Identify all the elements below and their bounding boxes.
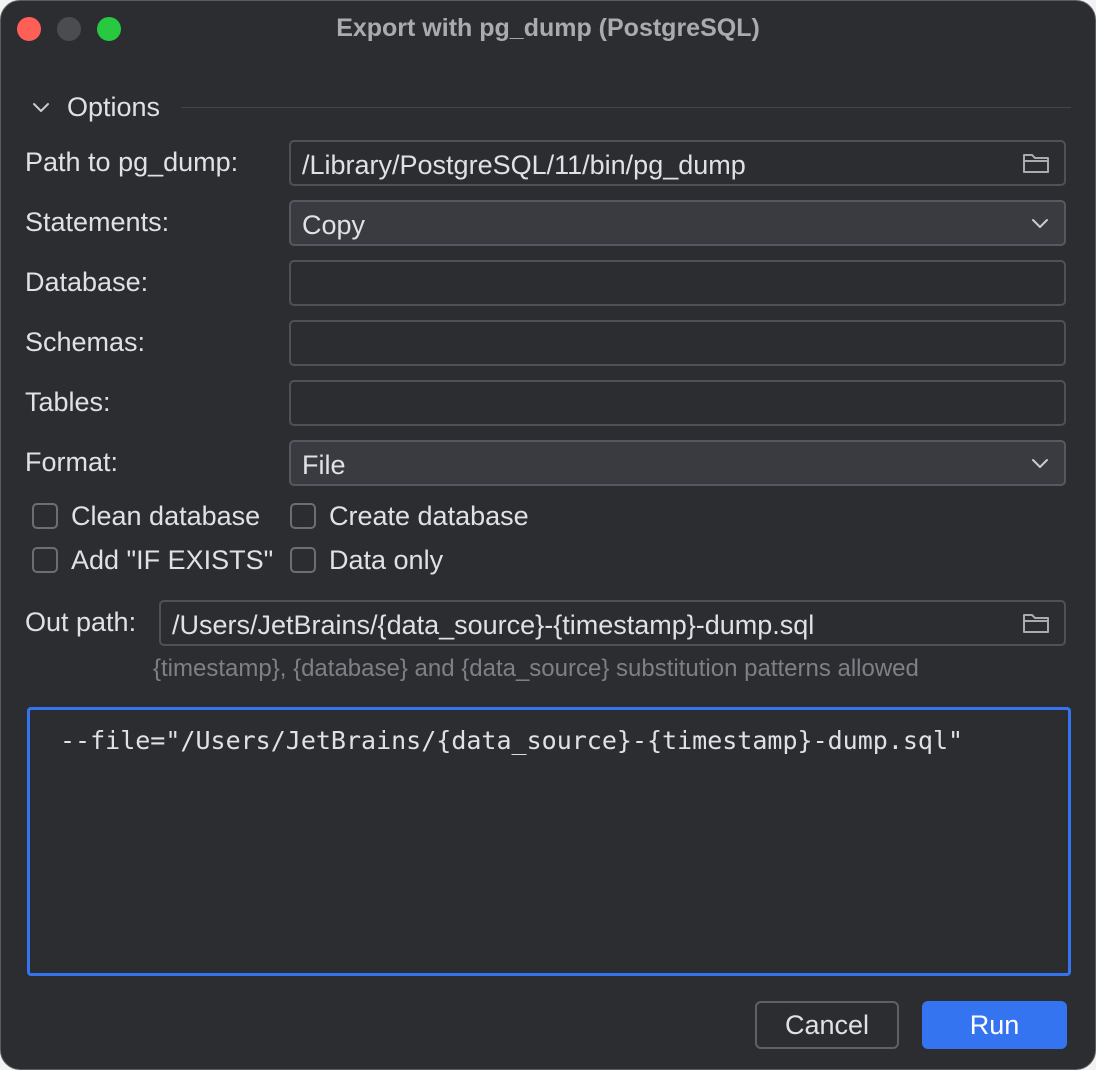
options-section-header[interactable]: Options [29, 89, 1071, 125]
data-only-label[interactable]: Data only [329, 545, 443, 576]
options-section-label: Options [67, 92, 161, 122]
add-if-exists-checkbox[interactable] [32, 547, 58, 573]
tables-label: Tables: [25, 387, 111, 417]
create-database-checkbox[interactable] [290, 503, 316, 529]
database-field[interactable] [289, 260, 1066, 306]
command-preview-textarea[interactable]: --file="/Users/JetBrains/{data_source}-{… [27, 707, 1071, 976]
window-title: Export with pg_dump (PostgreSQL) [336, 14, 760, 42]
add-if-exists-label[interactable]: Add "IF EXISTS" [71, 545, 273, 576]
out-path-label: Out path: [25, 607, 137, 637]
out-path-hint: {timestamp}, {database} and {data_source… [153, 655, 919, 682]
out-path-field[interactable]: /Users/JetBrains/{data_source}-{timestam… [159, 600, 1066, 646]
tables-field[interactable] [289, 380, 1066, 426]
folder-icon[interactable] [1022, 151, 1050, 175]
command-preview-text: --file="/Users/JetBrains/{data_source}-{… [60, 726, 964, 755]
statements-dropdown[interactable]: Copy [289, 200, 1066, 246]
title-bar: Export with pg_dump (PostgreSQL) [1, 1, 1095, 57]
folder-icon[interactable] [1022, 611, 1050, 635]
statements-value: Copy [302, 210, 366, 240]
chevron-down-icon [1032, 459, 1048, 468]
path-to-pg-dump-label: Path to pg_dump: [25, 147, 239, 177]
pg-dump-path-value: /Library/PostgreSQL/11/bin/pg_dump [302, 150, 746, 180]
database-label: Database: [25, 267, 149, 297]
create-database-label[interactable]: Create database [329, 501, 529, 532]
schemas-field[interactable] [289, 320, 1066, 366]
pg-dump-path-field[interactable]: /Library/PostgreSQL/11/bin/pg_dump [289, 140, 1066, 186]
cancel-button[interactable]: Cancel [755, 1001, 899, 1049]
statements-label: Statements: [25, 207, 170, 237]
section-divider [181, 107, 1071, 108]
format-dropdown[interactable]: File [289, 440, 1066, 486]
format-value: File [302, 450, 346, 480]
schemas-label: Schemas: [25, 327, 146, 357]
clean-database-label[interactable]: Clean database [71, 501, 260, 532]
chevron-down-icon [1032, 219, 1048, 228]
run-button[interactable]: Run [922, 1001, 1067, 1049]
chevron-down-icon[interactable] [29, 95, 53, 119]
format-label: Format: [25, 447, 119, 477]
export-dialog: Export with pg_dump (PostgreSQL) Options… [0, 0, 1096, 1070]
clean-database-checkbox[interactable] [32, 503, 58, 529]
data-only-checkbox[interactable] [290, 547, 316, 573]
out-path-value: /Users/JetBrains/{data_source}-{timestam… [172, 610, 815, 640]
